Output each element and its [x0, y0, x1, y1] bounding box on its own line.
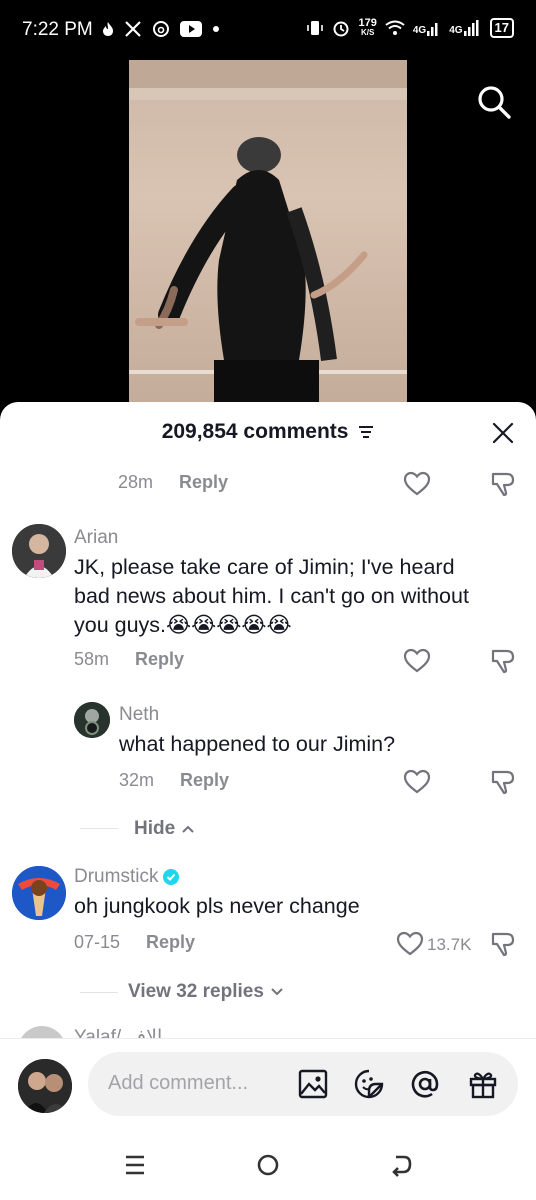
like-count: 13.7K	[427, 935, 472, 954]
status-right-icons: 179 K/S 4G 4G 17	[306, 18, 514, 38]
reply-time: 32m	[119, 770, 155, 790]
chevron-down-icon	[271, 988, 283, 996]
avatar-image	[12, 866, 66, 920]
sticker-icon[interactable]	[354, 1069, 384, 1099]
reply-button[interactable]: Reply	[180, 770, 229, 791]
comment-input-bar: Add comment...	[0, 1038, 536, 1130]
notification-icons	[102, 20, 220, 38]
dislike-icon[interactable]	[489, 647, 517, 675]
avatar-image	[12, 524, 66, 578]
comments-header: 209,854 comments	[0, 420, 536, 444]
view-replies-button[interactable]: View 32 replies	[128, 981, 284, 1003]
crying-emoji: 😭😭😭😭😭	[166, 613, 292, 637]
image-icon[interactable]	[298, 1069, 328, 1099]
signal-1: 4G	[413, 20, 441, 36]
home-icon[interactable]	[255, 1152, 281, 1178]
reply-avatar[interactable]	[74, 702, 110, 738]
reply-meta: 32m Reply	[119, 770, 229, 791]
dot-icon	[213, 26, 219, 32]
reply-button[interactable]: Reply	[146, 932, 195, 953]
youtube-icon	[180, 21, 202, 37]
dislike-icon[interactable]	[489, 470, 517, 498]
status-time: 7:22 PM	[22, 19, 93, 40]
sort-icon[interactable]	[358, 425, 374, 439]
close-icon[interactable]	[492, 422, 514, 444]
signal-bars-icon	[463, 20, 479, 36]
threads-icon	[153, 21, 169, 37]
comment-time: 28m	[118, 472, 154, 492]
reply-username[interactable]: Neth	[119, 704, 159, 726]
vibrate-icon	[307, 21, 324, 35]
reply-text: what happened to our Jimin?	[119, 732, 396, 756]
reply-button[interactable]: Reply	[179, 472, 228, 493]
hide-replies-button[interactable]: Hide	[134, 818, 195, 840]
comment-input-placeholder: Add comment...	[108, 1072, 249, 1094]
mention-icon[interactable]	[410, 1069, 440, 1099]
comment-meta: 28m Reply	[118, 472, 228, 493]
reply-button[interactable]: Reply	[135, 649, 184, 670]
dislike-icon[interactable]	[489, 768, 517, 796]
system-nav-bar	[0, 1130, 536, 1200]
comment-text: oh jungkook pls never change	[74, 894, 360, 918]
comment-time: 07-15	[74, 932, 121, 952]
partial-username: Yalaf/ الاف	[74, 1028, 162, 1038]
signal-2: 4G	[449, 20, 481, 36]
chevron-up-icon	[182, 825, 194, 833]
comment-count: 209,854 comments	[161, 420, 349, 443]
avatar[interactable]	[12, 524, 66, 578]
comment-time: 58m	[74, 649, 110, 669]
heart-icon[interactable]	[396, 930, 424, 958]
comment-meta: 58m Reply	[74, 649, 184, 670]
heart-icon[interactable]	[403, 768, 431, 796]
net-speed: 179 K/S	[358, 17, 377, 38]
comment-username-row: Drumstick	[74, 866, 180, 888]
tinder-icon	[103, 22, 113, 36]
signal-bars-icon	[427, 23, 438, 36]
video-player[interactable]	[129, 60, 407, 405]
search-icon[interactable]	[476, 84, 512, 120]
avatar-image	[74, 702, 110, 738]
comment-username[interactable]: Drumstick	[74, 866, 158, 888]
video-frame	[129, 60, 407, 405]
user-avatar[interactable]	[18, 1059, 72, 1113]
heart-icon[interactable]	[403, 647, 431, 675]
divider	[80, 828, 118, 829]
back-icon[interactable]	[388, 1152, 414, 1178]
avatar[interactable]	[12, 866, 66, 920]
comment-meta: 07-15 Reply	[74, 932, 195, 953]
gift-icon[interactable]	[468, 1069, 498, 1099]
heart-icon[interactable]	[403, 470, 431, 498]
comment-input[interactable]: Add comment...	[88, 1052, 518, 1116]
x-app-icon	[125, 21, 141, 37]
status-bar: 7:22 PM 179 K/S 4G 4G 17	[0, 0, 536, 60]
battery-indicator: 17	[489, 18, 514, 38]
partial-avatar	[18, 1026, 66, 1038]
avatar-image	[18, 1059, 72, 1113]
alarm-icon	[333, 21, 349, 37]
comment-username[interactable]: Arian	[74, 527, 118, 549]
divider	[80, 992, 118, 993]
recent-apps-icon[interactable]	[122, 1152, 148, 1178]
dislike-icon[interactable]	[489, 930, 517, 958]
wifi-icon	[385, 20, 405, 35]
comment-text: JK, please take care of Jimin; I've hear…	[74, 555, 469, 637]
verified-badge-icon	[163, 869, 180, 885]
